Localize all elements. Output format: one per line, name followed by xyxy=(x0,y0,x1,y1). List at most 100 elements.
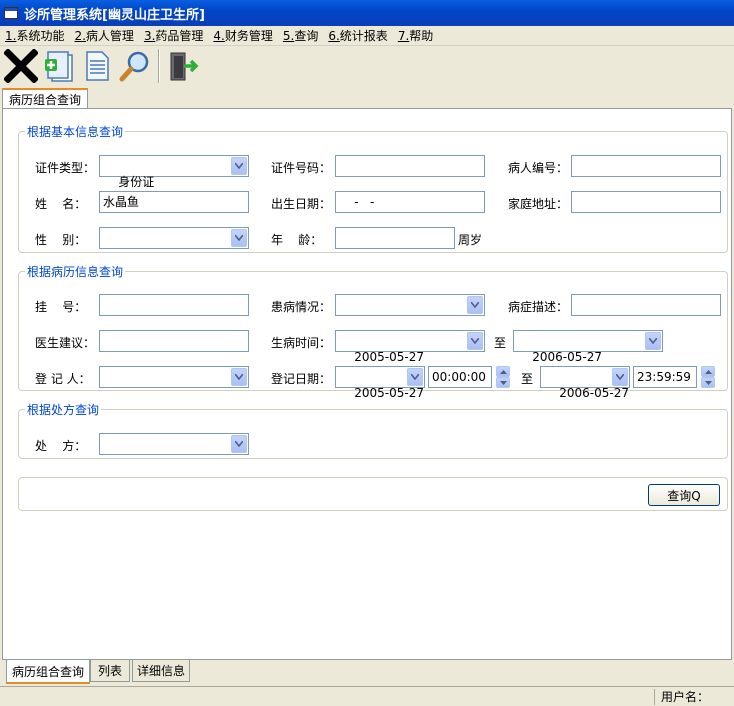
title-bar: 诊所管理系统[幽灵山庄卫生所] xyxy=(0,0,734,26)
age-unit: 周岁 xyxy=(458,233,483,247)
condition-label: 患病情况： xyxy=(271,300,332,314)
chevron-down-icon xyxy=(612,368,628,386)
query-button[interactable]: 查询Q xyxy=(648,484,720,506)
recorder-label: 登 记 人： xyxy=(35,372,91,386)
id-no-label: 证件号码： xyxy=(271,161,332,175)
birth-date-input[interactable]: - - xyxy=(335,191,485,213)
patient-no-input[interactable] xyxy=(571,155,721,177)
basic-info-legend: 根据基本信息查询 xyxy=(27,125,124,139)
app-icon xyxy=(4,7,18,19)
menu-help-num: 7. xyxy=(397,29,410,43)
reg-to-label: 至 xyxy=(521,372,534,386)
ill-from-date-picker[interactable]: 2005-05-27 xyxy=(335,330,485,364)
close-button[interactable] xyxy=(2,47,40,85)
condition-select[interactable] xyxy=(335,294,485,316)
search-button[interactable] xyxy=(116,47,154,85)
menu-finance-num: 4. xyxy=(213,29,225,43)
search-icon xyxy=(119,51,149,82)
prescription-select[interactable] xyxy=(99,433,249,455)
status-user: 用户名： xyxy=(654,689,734,705)
chevron-down-icon xyxy=(645,332,661,350)
age-input[interactable] xyxy=(335,227,455,249)
gender-label: 性 别： xyxy=(35,233,87,247)
chevron-up-icon[interactable] xyxy=(701,366,715,377)
patient-no-label: 病人编号： xyxy=(508,161,569,175)
top-tab-strip: 病历组合查询 xyxy=(0,86,734,109)
chevron-down-icon[interactable] xyxy=(701,377,715,388)
menu-finance[interactable]: 4.财务管理 xyxy=(208,27,277,44)
age-label: 年 龄： xyxy=(271,233,323,247)
name-input[interactable]: 水晶鱼 xyxy=(99,191,249,213)
gender-select[interactable] xyxy=(99,227,249,249)
reg-to-time-spinner[interactable] xyxy=(701,366,715,388)
tab-list[interactable]: 列表 xyxy=(90,660,130,682)
chevron-down-icon xyxy=(467,296,483,314)
ill-to-label: 至 xyxy=(494,336,507,350)
recorder-select[interactable] xyxy=(99,366,249,388)
chevron-down-icon xyxy=(467,332,483,350)
menu-system[interactable]: 1.系统功能 xyxy=(0,27,69,44)
reg-from-date-picker[interactable]: 2005-05-27 xyxy=(335,366,425,400)
menu-report[interactable]: 6.统计报表 xyxy=(323,27,392,44)
toolbar-separator xyxy=(158,49,160,83)
prescription-legend: 根据处方查询 xyxy=(27,403,100,417)
prescription-label: 处 方： xyxy=(35,439,87,453)
chevron-down-icon xyxy=(407,368,423,386)
exit-door-icon xyxy=(170,52,199,81)
id-no-input[interactable] xyxy=(335,155,485,177)
register-input[interactable] xyxy=(99,294,249,316)
reg-to-time-input[interactable]: 23:59:59 xyxy=(633,366,697,388)
id-type-value: 身份证 xyxy=(118,175,155,189)
menu-report-num: 6. xyxy=(328,29,340,43)
address-label: 家庭地址： xyxy=(508,197,569,211)
window-title: 诊所管理系统[幽灵山庄卫生所] xyxy=(24,7,205,23)
action-bar xyxy=(18,477,728,511)
menu-patient[interactable]: 2.病人管理 xyxy=(69,27,138,44)
menu-query-num: 5. xyxy=(282,29,295,43)
chevron-up-icon[interactable] xyxy=(496,366,510,377)
birth-label: 出生日期： xyxy=(271,197,332,211)
menu-patient-num: 2. xyxy=(74,29,86,43)
name-label: 姓 名： xyxy=(35,197,87,211)
menu-finance-label: 财务管理 xyxy=(224,29,273,43)
menu-help[interactable]: 7.帮助 xyxy=(393,27,438,44)
query-panel: 根据基本信息查询 证件类型： 身份证 证件号码： 病人编号： 姓 名： 水晶鱼 … xyxy=(2,108,732,660)
reg-from-time-input[interactable]: 00:00:00 xyxy=(428,366,492,388)
chevron-down-icon xyxy=(231,368,247,386)
document-icon xyxy=(86,51,109,81)
reg-to-date-picker[interactable]: 2006-05-27 xyxy=(540,366,630,400)
menu-query-label: 查询 xyxy=(294,29,319,43)
menu-patient-label: 病人管理 xyxy=(85,29,134,43)
menu-system-label: 系统功能 xyxy=(16,29,65,43)
new-button[interactable] xyxy=(40,47,78,85)
tab-combined-query[interactable]: 病历组合查询 xyxy=(2,88,88,109)
id-type-select[interactable]: 身份证 xyxy=(99,155,249,189)
chevron-down-icon xyxy=(231,229,247,247)
status-bar: 用户名： xyxy=(0,686,734,706)
document-button[interactable] xyxy=(78,47,116,85)
new-document-icon xyxy=(45,51,73,82)
address-input[interactable] xyxy=(571,191,721,213)
menu-bar: 1.系统功能 2.病人管理 3.药品管理 4.财务管理 5.查询 6.统计报表 … xyxy=(0,26,734,46)
symptom-input[interactable] xyxy=(571,294,721,316)
chevron-down-icon[interactable] xyxy=(496,377,510,388)
tab-combined-query-bottom[interactable]: 病历组合查询 xyxy=(6,660,90,684)
reg-to-date: 2006-05-27 xyxy=(559,386,630,400)
advice-label: 医生建议： xyxy=(35,336,96,350)
toolbar xyxy=(0,46,734,86)
menu-drug[interactable]: 3.药品管理 xyxy=(139,27,208,44)
menu-system-num: 1. xyxy=(5,29,17,43)
ill-to-date-picker[interactable]: 2006-05-27 xyxy=(513,330,663,364)
close-icon xyxy=(4,49,38,83)
ill-from-date: 2005-05-27 xyxy=(354,350,425,364)
menu-drug-num: 3. xyxy=(143,29,156,43)
menu-query[interactable]: 5.查询 xyxy=(278,27,323,44)
menu-help-label: 帮助 xyxy=(409,29,434,43)
advice-input[interactable] xyxy=(99,330,249,352)
menu-drug-label: 药品管理 xyxy=(155,29,204,43)
reg-from-time-spinner[interactable] xyxy=(496,366,510,388)
exit-button[interactable] xyxy=(164,47,202,85)
bottom-tab-strip: 病历组合查询 列表 详细信息 xyxy=(0,660,734,684)
tab-detail[interactable]: 详细信息 xyxy=(132,660,190,682)
chevron-down-icon xyxy=(231,157,247,175)
